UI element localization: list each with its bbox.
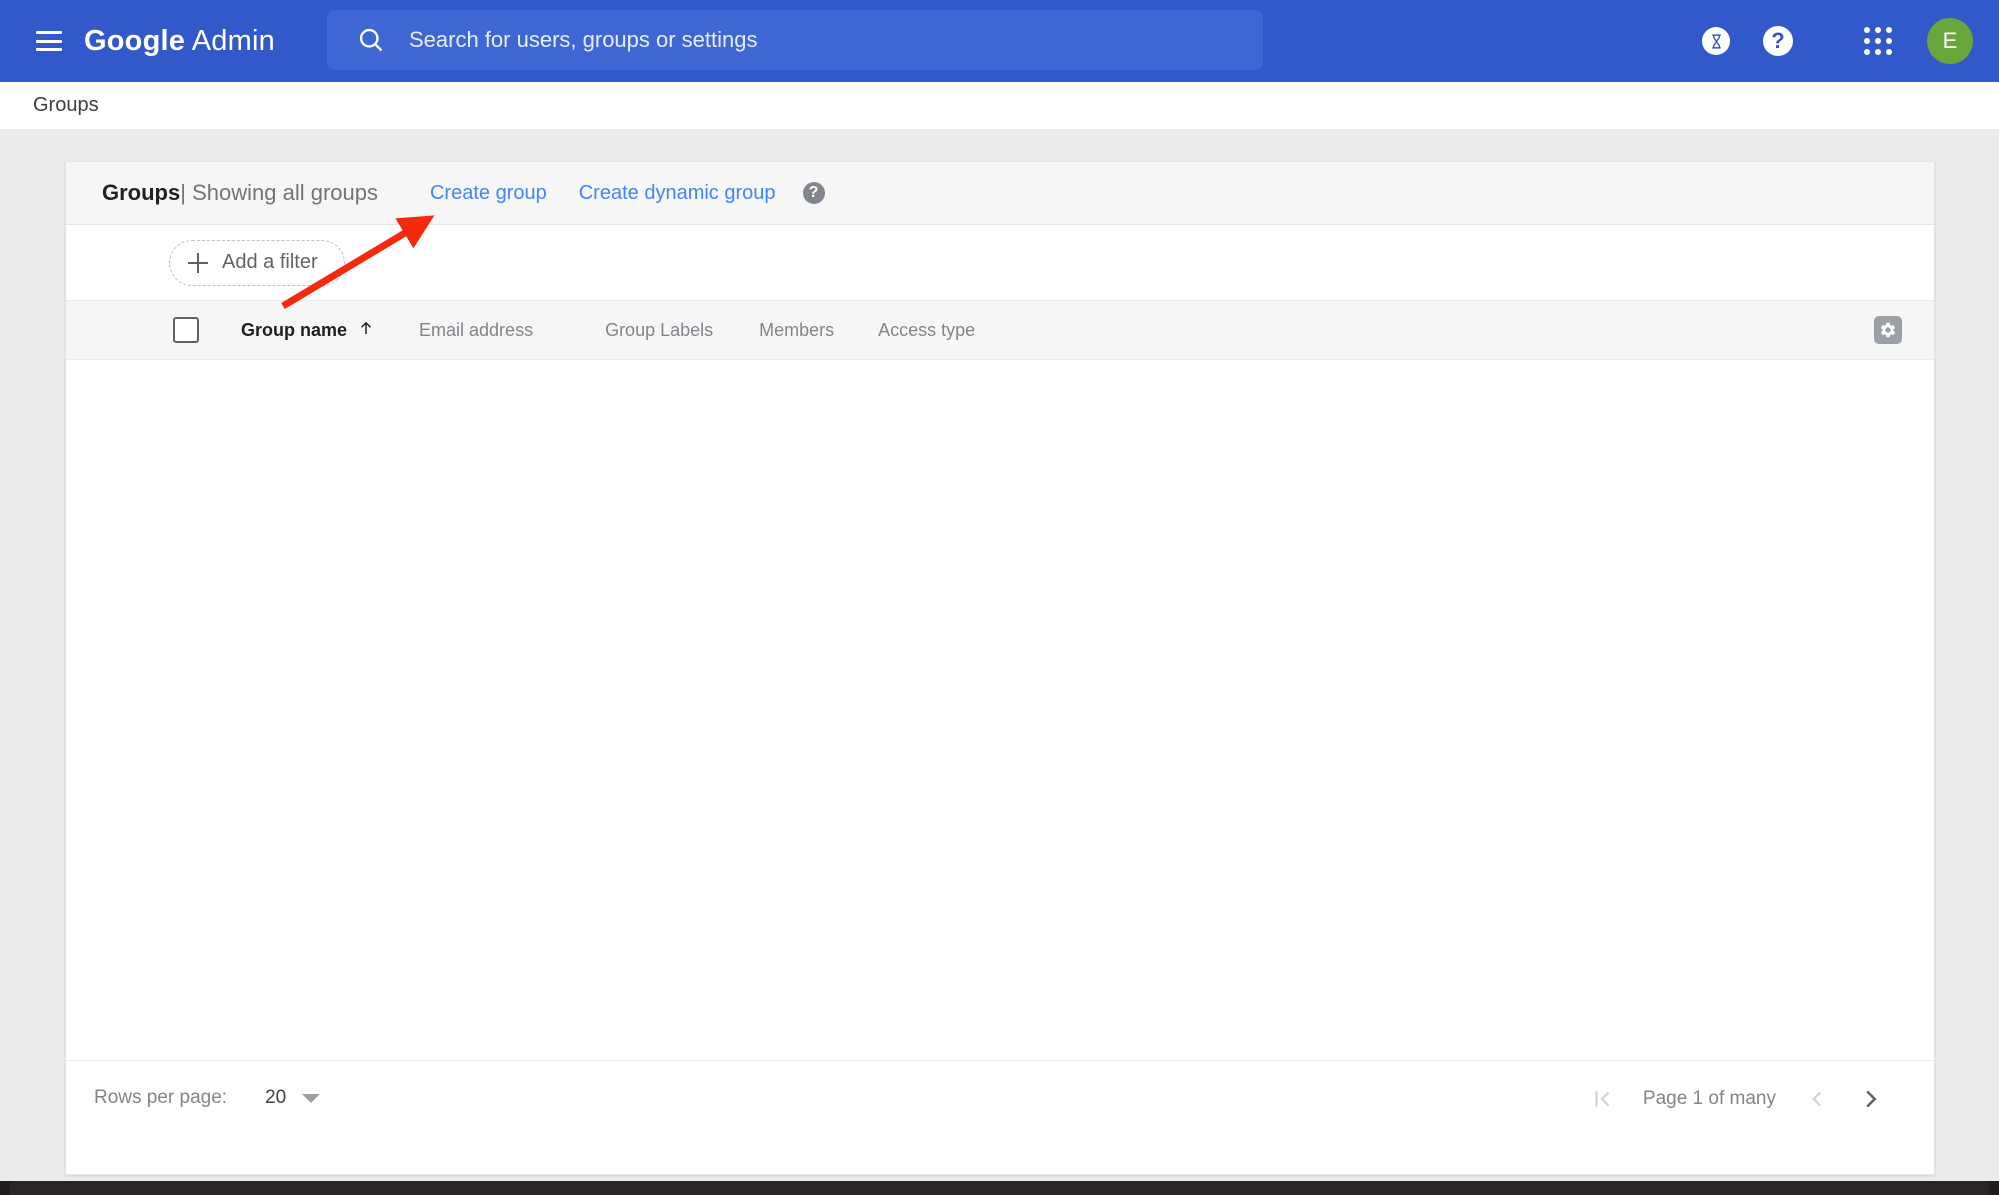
add-filter-label: Add a filter xyxy=(222,251,318,273)
gear-icon[interactable] xyxy=(1874,316,1902,344)
pagination-label: Page 1 of many xyxy=(1642,1087,1776,1109)
column-header-access-type[interactable]: Access type xyxy=(878,320,975,341)
breadcrumb: Groups xyxy=(0,82,1999,129)
avatar[interactable]: E xyxy=(1927,18,1973,64)
page-body: Groups| Showing all groups Create group … xyxy=(0,129,1999,1181)
arrow-up-icon xyxy=(357,319,375,342)
column-header-members[interactable]: Members xyxy=(759,320,834,341)
column-header-group-name[interactable]: Group name xyxy=(241,319,375,342)
trial-status-button[interactable] xyxy=(1685,10,1747,72)
app-title: Google Admin xyxy=(84,25,275,58)
chevron-down-icon[interactable] xyxy=(302,1093,321,1103)
breadcrumb-item-groups[interactable]: Groups xyxy=(33,94,99,117)
chevron-left-icon[interactable] xyxy=(1790,1072,1844,1126)
page-title: Groups| Showing all groups xyxy=(102,180,378,206)
table-header-row: Group name Email address Group Labels Me… xyxy=(66,300,1934,360)
create-dynamic-group-link[interactable]: Create dynamic group xyxy=(579,182,776,205)
select-all-checkbox[interactable] xyxy=(173,317,199,343)
google-apps-button[interactable] xyxy=(1847,10,1909,72)
page-title-text: Groups xyxy=(102,180,181,205)
search-input[interactable]: Search for users, groups or settings xyxy=(327,10,1263,70)
column-header-group-labels[interactable]: Group Labels xyxy=(605,320,713,341)
hamburger-icon[interactable] xyxy=(36,31,62,51)
plus-icon xyxy=(188,252,208,273)
chevron-right-icon[interactable] xyxy=(1844,1072,1898,1126)
table-body xyxy=(66,360,1934,1060)
app-bar: Google Admin Search for users, groups or… xyxy=(0,0,1999,82)
column-header-email-address[interactable]: Email address xyxy=(419,320,533,341)
pagination: Page 1 of many xyxy=(1575,1061,1898,1136)
table-footer: Rows per page: 20 Page 1 of many xyxy=(66,1060,1934,1135)
help-button[interactable]: ? xyxy=(1747,10,1809,72)
add-filter-button[interactable]: Add a filter xyxy=(169,239,345,286)
filter-row: Add a filter xyxy=(66,225,1934,300)
help-icon[interactable]: ? xyxy=(802,182,825,204)
card-header: Groups| Showing all groups Create group … xyxy=(66,162,1934,225)
column-header-group-name-label: Group name xyxy=(241,319,348,340)
help-icon: ? xyxy=(1763,26,1793,56)
groups-card: Groups| Showing all groups Create group … xyxy=(65,161,1935,1175)
brand-admin: Admin xyxy=(191,24,275,57)
first-page-icon[interactable] xyxy=(1575,1072,1629,1126)
browser-bottom-edge xyxy=(0,1181,1999,1195)
search-placeholder: Search for users, groups or settings xyxy=(409,27,758,52)
hourglass-icon xyxy=(1702,27,1730,55)
apps-grid-icon xyxy=(1864,27,1892,55)
rows-per-page-label: Rows per page: xyxy=(94,1087,228,1108)
create-group-link[interactable]: Create group xyxy=(430,182,547,205)
search-icon xyxy=(357,26,385,54)
app-bar-actions: ? E xyxy=(1685,0,1973,82)
page-subtitle: Showing all groups xyxy=(192,180,378,205)
brand-google: Google xyxy=(84,24,186,57)
page-title-separator: | xyxy=(180,180,186,205)
rows-per-page-value[interactable]: 20 xyxy=(265,1087,286,1109)
